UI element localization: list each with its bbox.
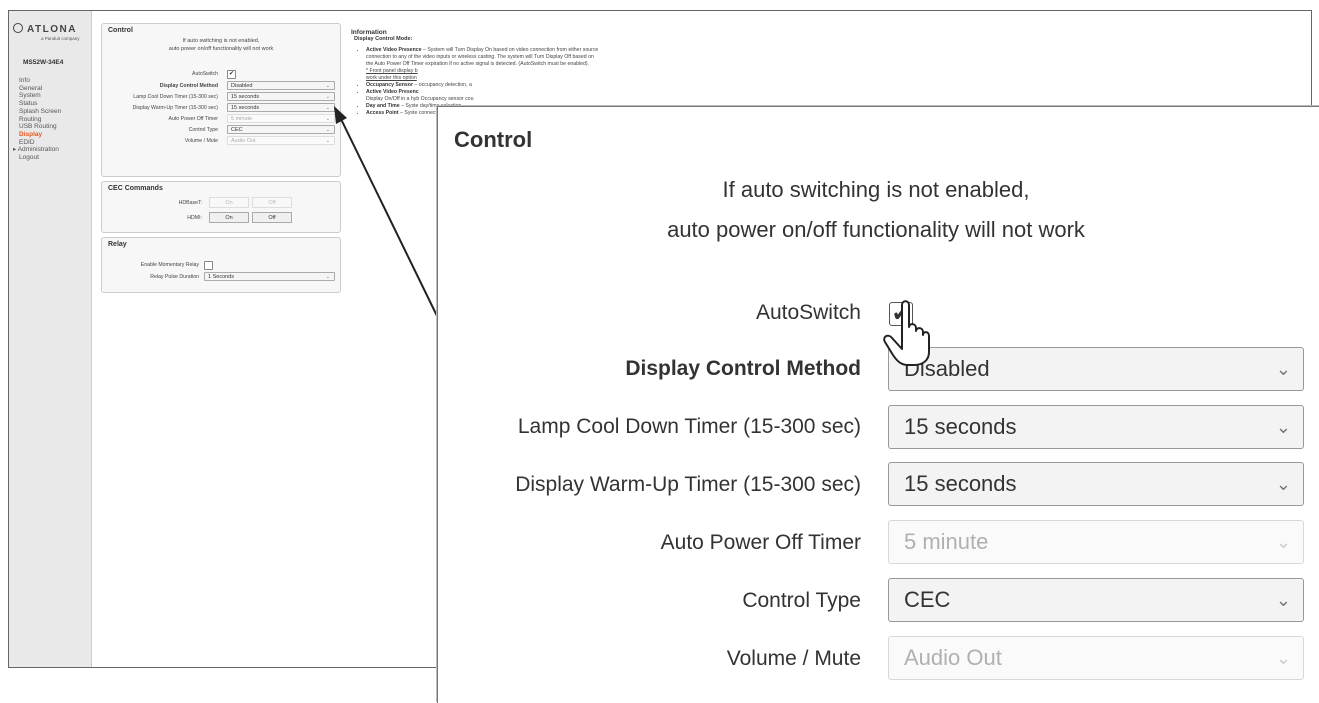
chevron-down-icon: ⌄: [1275, 417, 1291, 437]
chevron-down-icon: ⌄: [1275, 532, 1291, 552]
select-value: 15 seconds: [904, 471, 1017, 496]
zoomed-control-panel: Control If auto switching is not enabled…: [437, 106, 1319, 703]
zoom-control-type-select[interactable]: CEC ⌄: [888, 578, 1304, 622]
zoom-control-title: Control: [454, 127, 533, 152]
zoom-auto-power-off-label: Auto Power Off Timer: [660, 531, 861, 554]
select-value: 5 minute: [904, 529, 989, 554]
zoom-lamp-cool-down-select[interactable]: 15 seconds ⌄: [888, 405, 1304, 449]
zoom-warmup-select[interactable]: 15 seconds ⌄: [888, 462, 1304, 506]
zoom-note-line2: auto power on/off functionality will not…: [667, 217, 1085, 242]
zoom-display-control-method-select[interactable]: Disabled ⌄: [888, 347, 1304, 391]
zoom-lamp-cool-down-label: Lamp Cool Down Timer (15-300 sec): [517, 415, 861, 438]
zoom-autoswitch-label: AutoSwitch: [755, 301, 861, 324]
chevron-down-icon: ⌄: [1275, 359, 1291, 379]
zoom-warmup-label: Display Warm-Up Timer (15-300 sec): [515, 473, 861, 496]
chevron-down-icon: ⌄: [1275, 474, 1291, 494]
zoom-display-control-method-label: Display Control Method: [625, 357, 861, 380]
select-value: Audio Out: [904, 645, 1002, 670]
pointer-hand-icon: [883, 300, 930, 366]
chevron-down-icon: ⌄: [1275, 648, 1291, 668]
zoom-volume-mute-label: Volume / Mute: [726, 647, 861, 670]
zoom-auto-power-off-select[interactable]: 5 minute ⌄: [888, 520, 1304, 564]
zoom-note-line1: If auto switching is not enabled,: [722, 177, 1030, 202]
select-value: CEC: [904, 587, 951, 612]
zoom-volume-mute-select[interactable]: Audio Out ⌄: [888, 636, 1304, 680]
zoom-control-type-label: Control Type: [742, 589, 861, 612]
chevron-down-icon: ⌄: [1275, 590, 1291, 610]
select-value: 15 seconds: [904, 414, 1017, 439]
